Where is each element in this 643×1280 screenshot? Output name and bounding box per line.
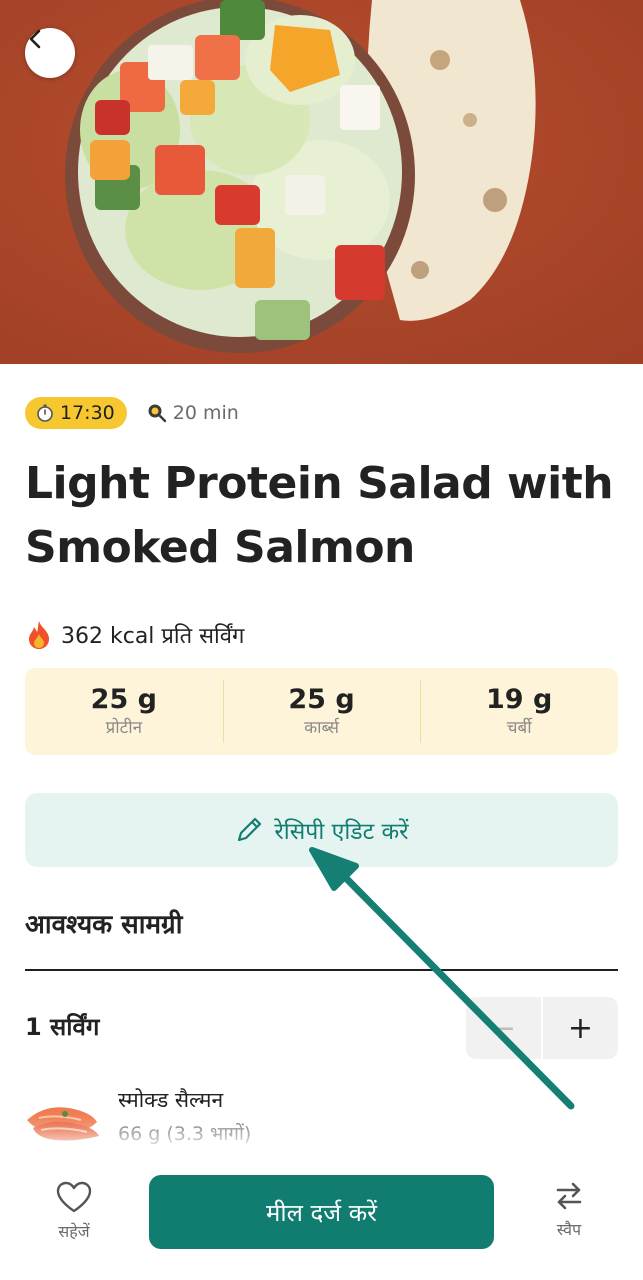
macro-label: प्रोटीन [105,717,143,738]
time-badge: 17:30 [25,397,127,429]
macros-panel: 25 g प्रोटीन 25 g कार्ब्स 19 g चर्बी [25,668,618,755]
swap-icon [556,1182,582,1210]
duration: 20 min [147,402,239,424]
ingredient-item[interactable]: स्मोक्ड सैल्मन 66 g (3.3 भागों) [25,1082,618,1152]
duration-text: 20 min [172,402,239,424]
edit-recipe-button[interactable]: रेसिपी एडिट करें [25,793,618,867]
macro-label: चर्बी [506,717,532,738]
chevron-left-icon [29,29,41,49]
pan-icon [148,404,166,423]
save-label: सहेजें [58,1222,90,1241]
swap-label: स्वैप [556,1220,582,1239]
log-meal-button[interactable]: मील दर्ज करें [149,1175,494,1249]
calories-text: 362 kcal प्रति सर्विंग [61,624,245,649]
heart-icon [56,1181,92,1213]
recipe-hero-image [0,0,643,364]
pencil-icon [238,817,262,842]
macro-value: 25 g [288,683,355,715]
fire-icon [29,621,49,649]
salad-bowl-illustration [0,0,643,364]
macro-value: 25 g [90,683,157,715]
ingredient-name: स्मोक्ड सैल्मन [118,1088,224,1112]
back-button[interactable] [25,28,75,78]
smoked-salmon-image [27,1107,99,1141]
ingredients-heading: आवश्यक सामग्री [25,910,183,940]
save-button[interactable]: सहेजें [44,1180,104,1242]
macro-fat: 19 g चर्बी [420,668,618,755]
macro-protein: 25 g प्रोटीन [25,668,223,755]
servings-label: 1 सर्विंग [25,1013,100,1041]
macro-value: 19 g [486,683,553,715]
recipe-meta-row: 17:30 20 min [25,397,239,429]
recipe-title: Light Protein Salad with Smoked Salmon [25,458,614,573]
ingredient-amount: 66 g (3.3 भागों) [118,1123,252,1145]
stopwatch-icon [37,404,53,422]
macro-label: कार्ब्स [304,717,339,738]
macro-carbs: 25 g कार्ब्स [222,668,421,755]
servings-stepper: − + [466,997,618,1059]
calories-per-serving: 362 kcal प्रति सर्विंग [25,620,244,650]
swap-button[interactable]: स्वैप [540,1180,598,1240]
time-text: 17:30 [60,402,115,424]
bottom-action-bar: सहेजें मील दर्ज करें स्वैप [0,1150,643,1280]
section-divider [25,969,618,971]
increase-servings-button[interactable]: + [543,997,618,1059]
decrease-servings-button[interactable]: − [466,997,541,1059]
edit-recipe-label: रेसिपी एडिट करें [274,819,409,845]
